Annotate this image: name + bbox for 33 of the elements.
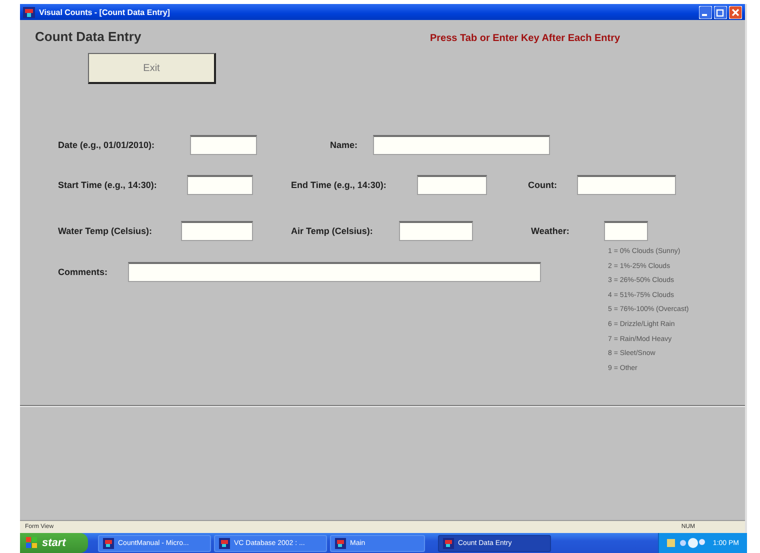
minimize-icon[interactable]: [699, 6, 712, 18]
app-icon: [103, 538, 114, 548]
exit-button[interactable]: Exit: [88, 53, 216, 84]
close-icon[interactable]: [729, 6, 742, 18]
field-label: Name:: [330, 140, 359, 150]
app-icon: [335, 538, 346, 548]
input-field[interactable]: [187, 175, 253, 195]
input-field[interactable]: [417, 175, 487, 195]
restore-icon[interactable]: [714, 6, 727, 18]
tray-icons-drawing: [666, 537, 707, 549]
input-field[interactable]: [604, 221, 648, 241]
input-field[interactable]: [399, 221, 473, 241]
field-label: Comments:: [58, 267, 109, 277]
field-label: Water Temp (Celsius):: [58, 226, 154, 236]
input-field[interactable]: [577, 175, 676, 195]
field-label: End Time (e.g., 14:30):: [291, 180, 388, 190]
instruction-text: Press Tab or Enter Key After Each Entry: [430, 33, 620, 44]
input-field[interactable]: [190, 135, 257, 155]
input-field[interactable]: [373, 135, 550, 155]
comments-field[interactable]: [128, 262, 541, 282]
app-icon: [443, 538, 454, 548]
form-title: Count Data Entry: [35, 29, 142, 44]
app-icon: [23, 6, 35, 18]
field-label: Weather:: [531, 226, 570, 236]
field-label: Air Temp (Celsius):: [291, 226, 374, 236]
app-icon: [219, 538, 230, 548]
window-title: Visual Counts - [Count Data Entry]: [39, 8, 170, 16]
windows-flag-icon: [26, 537, 38, 549]
field-label: Start Time (e.g., 14:30):: [58, 180, 158, 190]
start-button[interactable]: start: [20, 533, 88, 553]
input-field[interactable]: [181, 221, 253, 241]
field-label: Count:: [528, 180, 558, 190]
field-label: Date (e.g., 01/01/2010):: [58, 140, 156, 150]
